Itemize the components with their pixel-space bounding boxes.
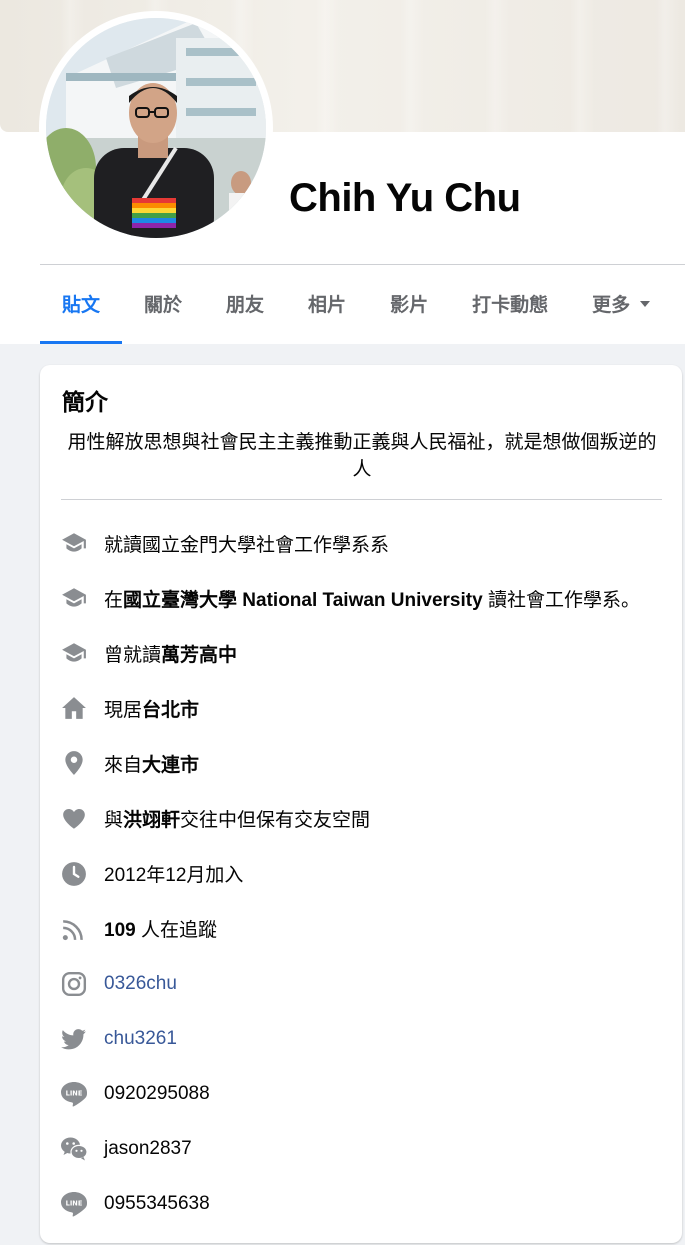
intro-item-text: 0326chu	[104, 973, 177, 995]
rss-icon	[60, 915, 88, 943]
graduation-cap-icon	[60, 639, 88, 667]
intro-bold-text[interactable]: 109	[104, 920, 136, 941]
graduation-cap-icon	[60, 584, 88, 612]
intro-item-text: 曾就讀萬芳高中	[104, 640, 237, 667]
home-icon	[60, 694, 88, 722]
intro-item-text: jason2837	[104, 1138, 192, 1160]
intro-text: 2012年12月加入	[104, 865, 244, 887]
intro-item: 109 人在追蹤	[60, 914, 217, 944]
intro-item: 在國立臺灣大學 National Taiwan University 讀社會工作…	[60, 583, 640, 613]
intro-link[interactable]: 0326chu	[104, 973, 177, 994]
tab-label: 朋友	[226, 294, 265, 316]
tab-friends[interactable]: 朋友	[204, 265, 286, 344]
intro-text: 讀社會工作學系。	[482, 589, 640, 611]
intro-link[interactable]: chu3261	[104, 1028, 177, 1049]
clock-icon	[60, 860, 88, 888]
intro-item-text: 0920295088	[104, 1083, 210, 1105]
intro-bio: 用性解放思想與社會民主主義推動正義與人民福祉，就是想做個叛逆的人	[67, 432, 657, 480]
tab-check-ins[interactable]: 打卡動態	[450, 265, 570, 344]
tab-videos[interactable]: 影片	[368, 265, 450, 344]
intro-item-text: 0955345638	[104, 1193, 210, 1215]
intro-text: 人在追蹤	[135, 920, 217, 942]
tab-about[interactable]: 關於	[122, 265, 204, 344]
line-icon: LINE	[60, 1190, 88, 1218]
intro-text: 現居	[104, 699, 143, 721]
intro-item: LINE 0955345638	[60, 1189, 210, 1219]
line-icon: LINE	[60, 1080, 88, 1108]
location-pin-icon	[60, 749, 88, 777]
intro-text: 交往中但保有交友空間	[180, 810, 371, 831]
tab-label: 相片	[308, 294, 347, 316]
intro-text: 來自	[104, 754, 143, 776]
tab-more[interactable]: 更多	[570, 265, 672, 344]
intro-bold-text[interactable]: 台北市	[142, 700, 199, 721]
intro-text: 曾就讀	[104, 644, 162, 666]
profile-name: Chih Yu Chu	[289, 176, 521, 220]
wechat-icon	[60, 1135, 88, 1163]
intro-item-text: 與洪翊軒交往中但保有交友空間	[104, 805, 370, 832]
svg-text:LINE: LINE	[66, 1200, 83, 1208]
caret-down-icon	[640, 301, 651, 307]
intro-text: 0955345638	[104, 1193, 210, 1215]
tab-posts[interactable]: 貼文	[40, 265, 123, 344]
intro-title: 簡介	[62, 389, 108, 415]
intro-bold-text[interactable]: 大連市	[142, 755, 199, 776]
intro-item-text: 109 人在追蹤	[104, 915, 217, 942]
profile-tabs: 貼文 關於 朋友 相片 影片 打卡動態 更多	[40, 265, 672, 344]
svg-text:LINE: LINE	[66, 1090, 83, 1098]
avatar[interactable]	[46, 18, 266, 238]
intro-item: chu3261	[60, 1024, 177, 1054]
intro-item: LINE 0920295088	[60, 1079, 210, 1109]
intro-item: 曾就讀萬芳高中	[60, 638, 237, 668]
instagram-icon	[60, 970, 88, 998]
tab-label: 更多	[592, 294, 631, 316]
intro-text: 在	[104, 589, 124, 611]
intro-item-text: 2012年12月加入	[104, 860, 243, 887]
tab-label: 貼文	[62, 294, 101, 316]
intro-item: jason2837	[60, 1134, 192, 1164]
tab-label: 關於	[144, 294, 183, 316]
intro-item: 就讀國立金門大學社會工作學系系	[60, 528, 389, 558]
intro-bold-text[interactable]: 洪翊軒	[123, 810, 180, 831]
intro-item-text: 現居台北市	[104, 695, 199, 722]
intro-item-text: 就讀國立金門大學社會工作學系系	[104, 530, 389, 557]
intro-text: 與	[104, 810, 124, 831]
intro-card: 簡介 用性解放思想與社會民主主義推動正義與人民福祉，就是想做個叛逆的人 就讀國立…	[40, 365, 682, 1243]
intro-item-text: chu3261	[104, 1028, 177, 1050]
intro-text: 0920295088	[104, 1083, 210, 1104]
intro-item: 0326chu	[60, 969, 177, 999]
intro-text: jason2837	[104, 1138, 192, 1160]
intro-item-text: 在國立臺灣大學 National Taiwan University 讀社會工作…	[104, 585, 640, 612]
intro-divider	[61, 499, 662, 500]
heart-icon	[60, 805, 88, 833]
profile-header: Chih Yu Chu 貼文 關於 朋友 相片 影片 打卡動態 更多	[0, 0, 685, 344]
intro-item: 現居台北市	[60, 693, 199, 723]
twitter-icon	[60, 1025, 88, 1053]
intro-item: 2012年12月加入	[60, 859, 243, 889]
graduation-cap-icon	[60, 529, 88, 557]
tab-label: 打卡動態	[472, 294, 549, 316]
intro-bold-text[interactable]: 國立臺灣大學 National Taiwan University	[123, 590, 483, 611]
intro-item: 與洪翊軒交往中但保有交友空間	[60, 804, 370, 834]
intro-bold-text[interactable]: 萬芳高中	[161, 645, 237, 666]
intro-item-text: 來自大連市	[104, 750, 199, 777]
tab-label: 影片	[390, 294, 429, 316]
intro-text: 就讀國立金門大學社會工作學系系	[104, 534, 390, 556]
tab-photos[interactable]: 相片	[286, 265, 368, 344]
intro-item: 來自大連市	[60, 748, 199, 778]
